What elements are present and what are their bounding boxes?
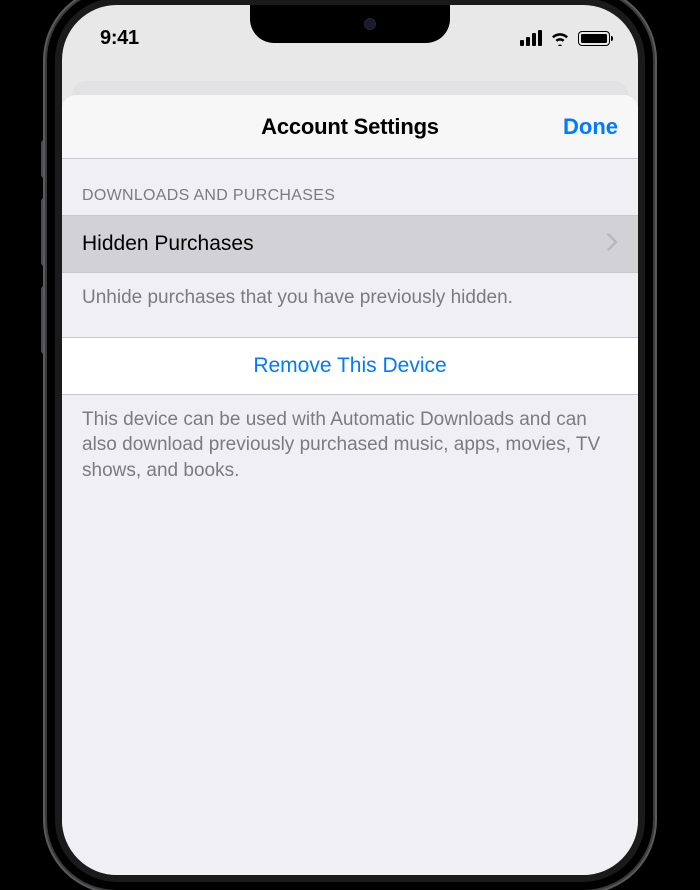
remove-device-footer: This device can be used with Automatic D… xyxy=(62,395,638,510)
phone-screen: 9:41 xyxy=(62,5,638,875)
status-time: 9:41 xyxy=(100,27,139,50)
cellular-icon xyxy=(520,30,542,46)
done-button[interactable]: Done xyxy=(563,114,618,140)
front-camera-icon xyxy=(364,18,376,30)
section-header-downloads: DOWNLOADS AND PURCHASES xyxy=(62,159,638,215)
navigation-bar: Account Settings Done xyxy=(62,95,638,159)
hidden-purchases-footer: Unhide purchases that you have previousl… xyxy=(62,273,638,337)
hidden-purchases-row[interactable]: Hidden Purchases xyxy=(62,215,638,273)
phone-side-buttons xyxy=(41,140,46,374)
wifi-icon xyxy=(549,30,571,46)
battery-icon xyxy=(578,31,610,46)
chevron-right-icon xyxy=(607,233,618,256)
status-icons xyxy=(520,30,610,46)
account-settings-modal: Account Settings Done DOWNLOADS AND PURC… xyxy=(62,95,638,875)
page-title: Account Settings xyxy=(261,114,439,140)
remove-device-button[interactable]: Remove This Device xyxy=(62,337,638,395)
phone-frame: 9:41 xyxy=(47,0,653,890)
notch xyxy=(250,5,450,43)
hidden-purchases-label: Hidden Purchases xyxy=(82,232,254,256)
